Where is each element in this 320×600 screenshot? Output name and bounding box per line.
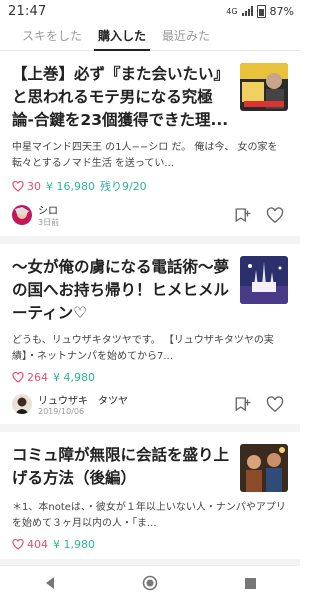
like-count: 264 bbox=[12, 371, 48, 384]
article-excerpt: ＊1、本noteは、・彼女が１年以上いない人・ナンパやアプリを始めて３ヶ月以内の… bbox=[12, 502, 286, 529]
back-icon[interactable] bbox=[43, 576, 57, 590]
bookmark-add-icon[interactable] bbox=[234, 206, 252, 224]
status-bar: 21:47 4G 87% bbox=[0, 0, 300, 22]
article-feed[interactable]: 【上巻】必ず『また会いたい』と思われるモテ男になる究極論-合鍵を23個獲得できた… bbox=[0, 51, 300, 566]
status-indicators: 4G 87% bbox=[226, 4, 294, 18]
author-name[interactable]: リュウザキ タツヤ bbox=[38, 392, 128, 407]
author-row: リュウザキ タツヤ 2019/10/06 bbox=[12, 392, 288, 416]
author-row: シロ 3日前 bbox=[12, 202, 288, 228]
signal-icon bbox=[241, 6, 253, 16]
tab-liked[interactable]: スキをした bbox=[14, 27, 90, 50]
heart-icon[interactable] bbox=[266, 206, 284, 224]
heart-icon bbox=[12, 539, 24, 550]
tab-purchased[interactable]: 購入した bbox=[90, 27, 154, 51]
battery-level: 87% bbox=[269, 4, 294, 18]
article-card[interactable]: コミュ障が無限に会話を盛り上げる方法（後編） ＊1、本noteは、・彼女が１年以… bbox=[0, 432, 300, 566]
bookmark-add-icon[interactable] bbox=[234, 395, 252, 413]
article-stats: 264 ¥ 4,980 bbox=[12, 371, 288, 384]
author-avatar[interactable] bbox=[12, 205, 32, 225]
recents-icon[interactable] bbox=[244, 577, 257, 590]
heart-icon bbox=[12, 372, 24, 383]
like-count-value: 264 bbox=[27, 371, 48, 384]
article-stats: 30 ¥ 16,980 残り9/20 bbox=[12, 178, 288, 194]
heart-icon[interactable] bbox=[266, 395, 284, 413]
article-card[interactable]: 〜女が俺の虜になる電話術〜夢の国へお持ち帰り！ヒメヒメルーティン♡ どうも、リュ… bbox=[0, 244, 300, 432]
article-thumbnail[interactable] bbox=[240, 63, 288, 111]
remaining-stock: 残り9/20 bbox=[99, 180, 147, 193]
article-thumbnail[interactable] bbox=[240, 444, 288, 492]
article-excerpt: どうも、リュウザキタツヤです。 【リュウザキタツヤの実績】・ネットナンパを始めて… bbox=[12, 335, 274, 362]
author-avatar[interactable] bbox=[12, 394, 32, 414]
price: ¥ 1,980 bbox=[53, 538, 95, 551]
like-count: 30 bbox=[12, 180, 41, 193]
status-time: 21:47 bbox=[8, 3, 47, 19]
article-title[interactable]: 〜女が俺の虜になる電話術〜夢の国へお持ち帰り！ヒメヒメルーティン♡ bbox=[12, 256, 232, 325]
article-thumbnail[interactable] bbox=[240, 256, 288, 304]
price: ¥ 4,980 bbox=[53, 371, 95, 384]
like-count-value: 30 bbox=[27, 179, 41, 193]
like-count: 404 bbox=[12, 538, 48, 551]
home-icon[interactable] bbox=[142, 575, 158, 591]
tab-recent[interactable]: 最近みた bbox=[154, 27, 218, 50]
system-nav-bar bbox=[0, 565, 300, 600]
heart-icon bbox=[12, 180, 24, 192]
price: ¥ 16,980 bbox=[46, 179, 95, 193]
article-card[interactable]: 【上巻】必ず『また会いたい』と思われるモテ男になる究極論-合鍵を23個獲得できた… bbox=[0, 51, 300, 244]
article-title[interactable]: コミュ障が無限に会話を盛り上げる方法（後編） bbox=[12, 444, 232, 492]
article-title[interactable]: 【上巻】必ず『また会いたい』と思われるモテ男になる究極論-合鍵を23個獲得できた… bbox=[12, 63, 232, 132]
tab-bar: スキをした 購入した 最近みた bbox=[0, 22, 300, 51]
network-type: 4G bbox=[226, 6, 238, 16]
article-stats: 404 ¥ 1,980 bbox=[12, 538, 288, 551]
battery-icon bbox=[256, 4, 266, 18]
article-excerpt: 中星マインド四天王 の1人−−シロ だ。 俺は今、 女の家を転々とするノマド生活… bbox=[12, 142, 278, 169]
post-date: 2019/10/06 bbox=[38, 407, 85, 416]
post-date: 3日前 bbox=[38, 218, 60, 227]
like-count-value: 404 bbox=[27, 538, 48, 551]
author-name[interactable]: シロ bbox=[38, 202, 59, 217]
